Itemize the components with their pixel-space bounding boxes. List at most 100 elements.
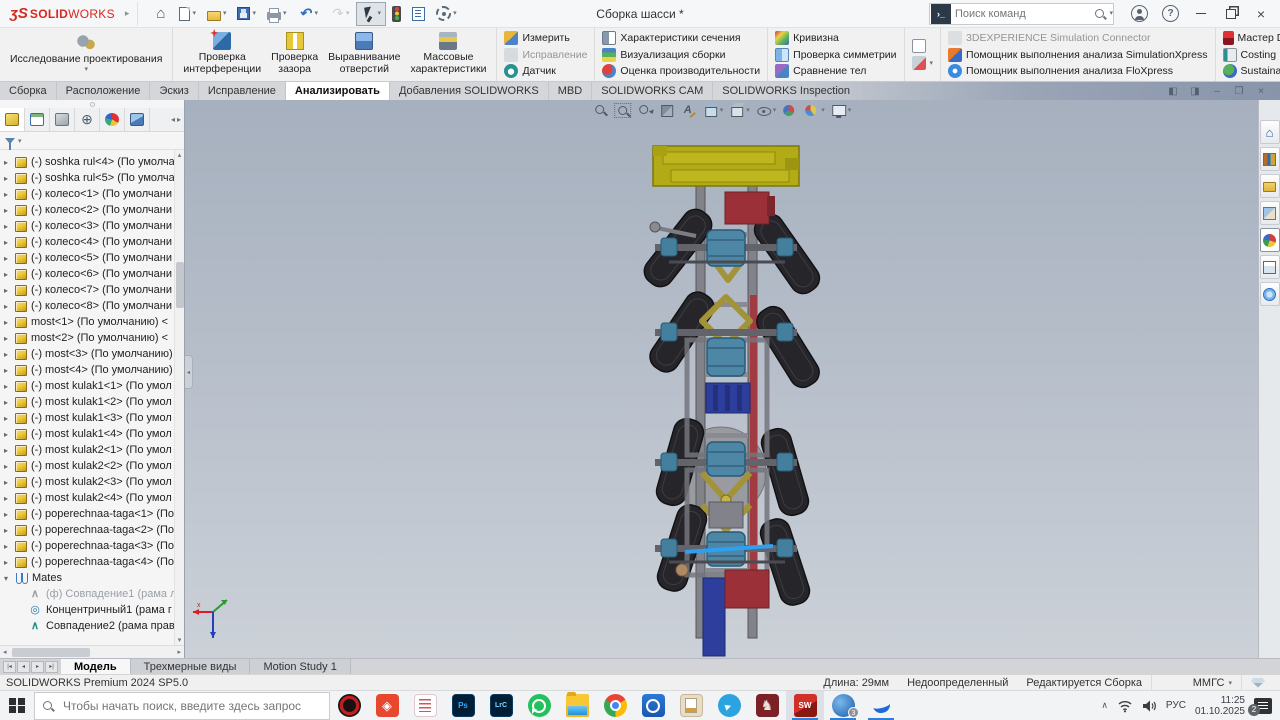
taskbar-app[interactable] <box>672 691 710 720</box>
expand-arrow-icon[interactable] <box>4 254 15 263</box>
taskbar-app[interactable] <box>710 691 748 720</box>
tree-item[interactable]: (-) most kulak2<2> (По умол <box>4 458 174 474</box>
ribbon-tab[interactable]: SOLIDWORKS Inspection <box>713 82 860 100</box>
expand-arrow-icon[interactable] <box>4 190 15 199</box>
ribbon-small-button[interactable]: Кривизна <box>773 30 898 46</box>
ribbon-big-button[interactable]: Выравнивание отверстий <box>323 30 405 79</box>
units-dropdown-icon[interactable]: ▾ <box>1228 679 1232 687</box>
task-pane-tab[interactable] <box>1260 147 1280 171</box>
dropdown-caret-icon[interactable]: ▾ <box>223 10 227 17</box>
tree-item[interactable]: (-) most kulak2<4> (По умол <box>4 490 174 506</box>
scroll-up-icon[interactable]: ▴ <box>178 151 182 159</box>
quick-tool-button[interactable]: ▾ <box>324 2 355 26</box>
taskbar-app[interactable] <box>520 691 558 720</box>
ribbon-big-button[interactable]: Проверка интерференции <box>178 30 266 79</box>
last-tab-icon[interactable]: ▸| <box>45 661 58 673</box>
ribbon-small-button[interactable]: Визуализация сборки <box>600 47 762 63</box>
scroll-down-icon[interactable]: ▾ <box>178 636 182 644</box>
ribbon-tab[interactable]: Исправление <box>199 82 286 100</box>
dropdown-caret-icon[interactable]: ▾ <box>315 10 319 17</box>
tags-button[interactable] <box>1241 675 1280 690</box>
tree-item[interactable]: (-) poperechnaa-taga<3> (По <box>4 538 174 554</box>
quick-tool-button[interactable]: ▾ <box>387 2 406 26</box>
scroll-left-icon[interactable]: ◂ <box>0 648 10 656</box>
expand-arrow-icon[interactable] <box>4 510 15 519</box>
panel-tabs-left-icon[interactable]: ◂ <box>171 115 175 124</box>
ribbon-small-button[interactable]: Проверка симметрии <box>773 47 898 63</box>
ribbon-small-button[interactable]: 3DEXPERIENCE Simulation Connector <box>946 30 1209 46</box>
filter-dropdown-icon[interactable]: ▾ <box>18 137 22 145</box>
expand-arrow-icon[interactable] <box>4 334 15 343</box>
expand-arrow-icon[interactable] <box>4 382 15 391</box>
tree-item[interactable]: (-) колесо<8> (По умолчани <box>4 298 174 314</box>
quick-tool-button[interactable]: ▾ <box>262 2 292 26</box>
tree-item[interactable]: (-) poperechnaa-taga<2> (По <box>4 522 174 538</box>
tree-scrollbar[interactable]: ▴ ▾ <box>174 150 184 645</box>
expand-arrow-icon[interactable] <box>4 414 15 423</box>
panel-tab[interactable] <box>50 108 75 131</box>
panel-tab[interactable] <box>0 108 25 131</box>
search-dropdown-icon[interactable]: ▾ <box>1109 10 1113 17</box>
menu-expand-icon[interactable]: ▸ <box>125 8 130 19</box>
document-view-tab[interactable]: Motion Study 1 <box>250 659 350 674</box>
task-pane-tab[interactable] <box>1260 120 1280 144</box>
ribbon-tab[interactable]: SOLIDWORKS CAM <box>592 82 713 100</box>
panel-tab[interactable] <box>25 108 50 131</box>
ribbon-small-button[interactable]: Помощник выполнения анализа SimulationXp… <box>946 47 1209 63</box>
ribbon-small-button[interactable]: Исправление <box>502 47 589 63</box>
ribbon-tab[interactable]: Сборка <box>0 82 57 100</box>
task-pane-tab[interactable] <box>1260 174 1280 198</box>
panel-collapse-handle[interactable]: ◂ <box>185 355 193 389</box>
taskbar-app[interactable] <box>862 691 900 720</box>
expand-arrow-icon[interactable] <box>4 542 15 551</box>
pane-left-icon[interactable]: ◧ <box>1164 86 1182 97</box>
expand-arrow-icon[interactable] <box>4 494 15 503</box>
tree-item[interactable]: (-) most kulak1<2> (По умол <box>4 394 174 410</box>
tree-item[interactable]: (-) most<4> (По умолчанию) <box>4 362 174 378</box>
expand-arrow-icon[interactable] <box>4 462 15 471</box>
expand-arrow-icon[interactable] <box>4 286 15 295</box>
doc-restore-icon[interactable]: ❐ <box>1230 86 1248 97</box>
panel-splitter-handle[interactable] <box>0 100 184 108</box>
task-pane-tab[interactable] <box>1260 201 1280 225</box>
dropdown-caret-icon[interactable]: ▾ <box>453 10 457 17</box>
dropdown-caret-icon[interactable]: ▾ <box>192 10 196 17</box>
expand-arrow-icon[interactable] <box>4 558 15 567</box>
panel-tab[interactable] <box>100 108 125 131</box>
taskbar-search-box[interactable] <box>34 692 330 720</box>
notification-center-icon[interactable]: 2 <box>1254 698 1272 714</box>
help-icon[interactable]: ? <box>1162 5 1179 22</box>
tree-item[interactable]: (-) most kulak1<4> (По умол <box>4 426 174 442</box>
taskbar-app[interactable] <box>330 691 368 720</box>
ribbon-small-button[interactable]: Датчик <box>502 63 589 79</box>
tree-item[interactable]: (-) колесо<5> (По умолчани <box>4 250 174 266</box>
tree-filter-bar[interactable]: ▾ <box>0 132 184 150</box>
language-indicator[interactable]: РУС <box>1166 700 1186 711</box>
tree-item[interactable]: (-) poperechnaa-taga<1> (По <box>4 506 174 522</box>
taskbar-app[interactable]: Ps <box>444 691 482 720</box>
tree-item[interactable]: (ф) Совпадение1 (рама ле <box>4 586 174 602</box>
taskbar-app[interactable]: SW <box>786 691 824 720</box>
expand-arrow-icon[interactable] <box>4 350 15 359</box>
expand-arrow-icon[interactable] <box>4 222 15 231</box>
tree-item[interactable]: (-) most kulak1<1> (По умол <box>4 378 174 394</box>
quick-tool-button[interactable]: ▾ <box>293 2 324 26</box>
dropdown-caret-icon[interactable]: ▾ <box>283 10 287 17</box>
first-tab-icon[interactable]: |◂ <box>3 661 16 673</box>
panel-tab[interactable] <box>75 108 100 131</box>
doc-minimize-icon[interactable]: – <box>1208 86 1226 97</box>
doc-close-icon[interactable]: × <box>1252 86 1270 97</box>
expand-arrow-icon[interactable] <box>4 526 15 535</box>
quick-tool-button[interactable]: ▾ <box>356 2 387 26</box>
expand-arrow-icon[interactable] <box>4 238 15 247</box>
quick-tool-button[interactable]: ▾ <box>202 2 232 26</box>
quick-tool-button[interactable]: ▾ <box>431 2 462 26</box>
expand-arrow-icon[interactable] <box>4 174 15 183</box>
pane-right-icon[interactable]: ◨ <box>1186 86 1204 97</box>
ribbon-tab[interactable]: MBD <box>549 82 592 100</box>
taskbar-app[interactable] <box>596 691 634 720</box>
expand-arrow-icon[interactable] <box>4 430 15 439</box>
expand-arrow-icon[interactable] <box>4 270 15 279</box>
expand-arrow-icon[interactable] <box>4 574 15 583</box>
document-view-tab[interactable]: Модель <box>61 659 131 674</box>
